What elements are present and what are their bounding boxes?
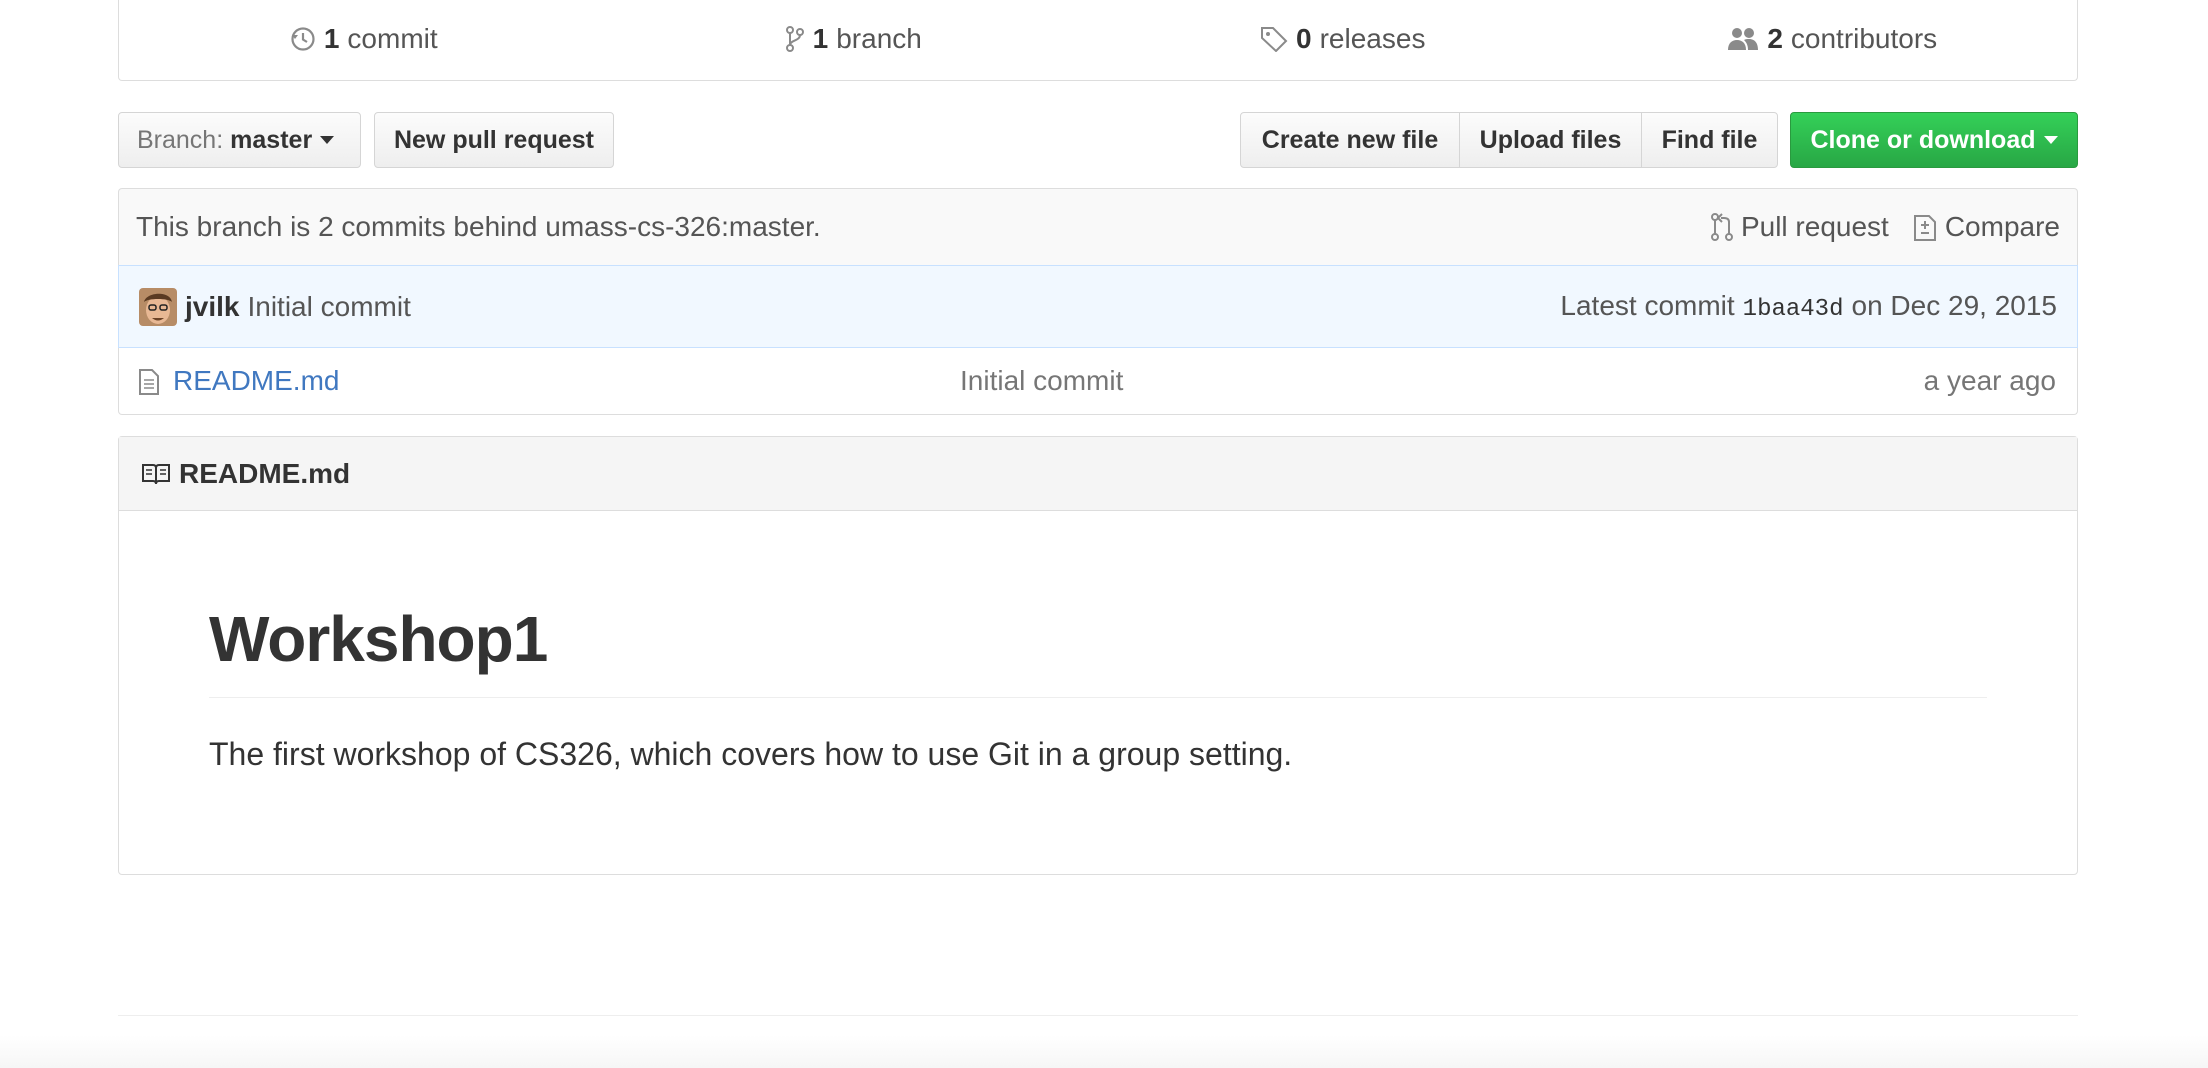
file-navigation-toolbar: Branch: master New pull request Create n… <box>118 112 2078 168</box>
compare-label: Compare <box>1944 211 2060 242</box>
readme-header: README.md <box>119 437 2077 511</box>
find-file-button[interactable]: Find file <box>1641 112 1778 168</box>
upload-files-button[interactable]: Upload files <box>1459 112 1642 168</box>
latest-commit-bar: jvilk Initial commit Latest commit 1baa4… <box>118 265 2078 348</box>
repo-summary-bar: 1 commit 1 branch 0 releases 2 contribut… <box>118 0 2078 81</box>
readme-paragraph: The first workshop of CS326, which cover… <box>209 736 1293 772</box>
summary-contributors[interactable]: 2 contributors <box>1588 23 2078 55</box>
branch-name: master <box>230 125 313 154</box>
history-icon <box>290 26 316 52</box>
pull-request-label: Pull request <box>1740 211 1889 242</box>
create-new-file-button[interactable]: Create new file <box>1240 112 1460 168</box>
diff-icon <box>1913 212 1937 242</box>
commit-message-link[interactable]: Initial commit <box>247 291 410 323</box>
contributors-label: contributors <box>1790 23 1938 54</box>
file-row: README.md Initial commit a year ago <box>119 348 2077 414</box>
file-name-link[interactable]: README.md <box>173 365 339 397</box>
new-pull-request-button[interactable]: New pull request <box>374 112 614 168</box>
readme-content: Workshop1 The first workshop of CS326, w… <box>209 607 1987 773</box>
caret-down-icon <box>2043 136 2058 144</box>
branch-prefix: Branch: <box>137 125 224 154</box>
readme-header-title[interactable]: README.md <box>179 458 350 490</box>
readme-title: Workshop1 <box>209 607 1987 698</box>
commits-label: commit <box>347 23 438 54</box>
tag-icon <box>1260 26 1288 52</box>
commit-author-link[interactable]: jvilk <box>185 291 239 323</box>
git-pull-request-icon <box>1710 212 1733 242</box>
summary-commits[interactable]: 1 commit <box>119 23 609 55</box>
commit-date: on Dec 29, 2015 <box>1851 290 2058 321</box>
branch-icon <box>785 25 805 53</box>
latest-commit-label: Latest commit <box>1560 290 1735 321</box>
file-age: a year ago <box>1923 365 2056 396</box>
caret-down-icon <box>320 136 335 144</box>
branches-count: 1 <box>812 23 829 54</box>
releases-label: releases <box>1319 23 1426 54</box>
branch-select-button[interactable]: Branch: master <box>118 112 361 168</box>
releases-count: 0 <box>1296 23 1312 54</box>
summary-releases[interactable]: 0 releases <box>1098 23 1588 55</box>
commits-count: 1 <box>323 23 340 54</box>
footer-divider <box>118 1015 2078 1016</box>
branch-status-text: This branch is 2 commits behind umass-cs… <box>136 211 821 242</box>
people-icon <box>1727 26 1759 52</box>
file-list: README.md Initial commit a year ago <box>118 348 2078 415</box>
file-commit-message-link[interactable]: Initial commit <box>960 365 1123 397</box>
book-icon <box>141 462 171 486</box>
summary-branches[interactable]: 1 branch <box>609 23 1099 55</box>
commit-sha-link[interactable]: 1baa43d <box>1743 296 1844 323</box>
commit-meta: Latest commit 1baa43d on Dec 29, 2015 <box>1560 290 2057 323</box>
avatar[interactable] <box>139 287 177 326</box>
readme-box: README.md Workshop1 The first workshop o… <box>118 436 2078 875</box>
file-text-icon <box>138 368 160 403</box>
branches-label: branch <box>836 23 922 54</box>
compare-link[interactable]: Compare <box>1913 211 2060 243</box>
contributors-count: 2 <box>1767 23 1783 54</box>
page-bottom-edge <box>0 1035 2208 1068</box>
pull-request-link[interactable]: Pull request <box>1710 211 1889 243</box>
clone-label: Clone or download <box>1810 125 2036 154</box>
file-actions-group: Create new file Upload files Find file <box>1240 112 1778 168</box>
branch-infobar: This branch is 2 commits behind umass-cs… <box>118 188 2078 265</box>
clone-or-download-button[interactable]: Clone or download <box>1790 112 2078 168</box>
